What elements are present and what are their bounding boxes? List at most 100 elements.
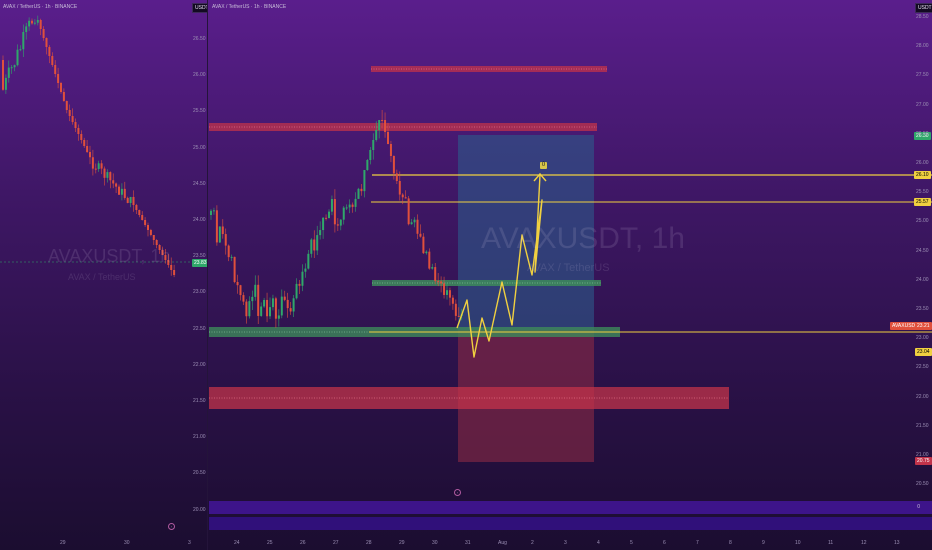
candle-body xyxy=(86,146,89,152)
candle-body xyxy=(245,301,248,317)
left-chart-legend: AVAX / TetherUS · 1h · BINANCE xyxy=(3,4,80,10)
candle-body xyxy=(298,283,301,286)
time-axis-label: 29 xyxy=(399,540,405,546)
candle-body xyxy=(425,251,428,254)
candle-body xyxy=(97,163,100,169)
candle-body xyxy=(144,220,147,225)
candle-body xyxy=(313,239,316,251)
candle-body xyxy=(100,163,103,169)
candle-body xyxy=(248,301,251,317)
time-axis-label: 5 xyxy=(630,540,633,546)
left-currency-box: USDT xyxy=(192,3,207,13)
price-axis-label: 24.50 xyxy=(916,247,929,254)
candle-body xyxy=(342,207,345,220)
candle-body xyxy=(307,253,310,269)
candle-body xyxy=(103,168,106,178)
price-axis-label: 20.50 xyxy=(193,470,206,477)
candle-body xyxy=(2,60,4,90)
candle-body xyxy=(398,181,401,195)
price-axis-label: 21.00 xyxy=(193,434,206,441)
candle-body xyxy=(218,226,221,243)
price-axis-label: 23.00 xyxy=(193,289,206,296)
candle-body xyxy=(91,157,94,169)
price-tag-resistance: 25.57 xyxy=(914,198,931,206)
candle-body xyxy=(51,56,54,65)
candle-body xyxy=(54,65,57,74)
candle-body xyxy=(363,170,366,192)
time-axis-label: 3 xyxy=(564,540,567,546)
candle-body xyxy=(236,282,239,286)
price-axis-label: 25.00 xyxy=(916,218,929,225)
candle-body xyxy=(269,307,271,317)
candle-body xyxy=(4,77,7,90)
candle-body xyxy=(173,270,176,275)
price-axis-label: 22.00 xyxy=(193,361,206,368)
right-chart-pane[interactable]: AVAX / TetherUS · 1h · BINANCE USDT AVAX… xyxy=(209,0,932,550)
candle-body xyxy=(129,196,132,203)
candle-body xyxy=(301,271,304,286)
candle-body xyxy=(407,198,410,225)
candle-body xyxy=(440,281,443,284)
time-axis-label: 31 xyxy=(465,540,471,546)
price-axis-label: 25.50 xyxy=(193,108,206,115)
candle-body xyxy=(372,140,375,150)
right-chart-legend: AVAX / TetherUS · 1h · BINANCE xyxy=(212,4,289,10)
right-candlestick-chart[interactable] xyxy=(209,0,932,550)
candle-body xyxy=(109,172,112,181)
candle-body xyxy=(31,20,33,24)
candle-body xyxy=(227,245,230,258)
price-tag-target: 26.10 xyxy=(914,171,931,179)
candle-body xyxy=(89,152,91,158)
price-axis-label: 25.00 xyxy=(193,144,206,151)
price-axis-label: 28.00 xyxy=(916,43,929,50)
candle-body xyxy=(333,199,336,225)
target-marker-icon[interactable]: 0 xyxy=(540,162,547,169)
candle-body xyxy=(39,20,42,29)
candle-body xyxy=(422,236,425,254)
price-axis-label: 27.50 xyxy=(916,72,929,79)
left-event-icon[interactable]: ◦ xyxy=(168,523,175,530)
candle-body xyxy=(357,188,360,199)
candle-body xyxy=(274,298,277,319)
candle-body xyxy=(141,215,144,220)
candle-body xyxy=(120,188,123,195)
right-event-icon[interactable]: ◦ xyxy=(454,489,461,496)
candle-body xyxy=(330,199,333,212)
candle-body xyxy=(295,283,298,299)
left-current-price-tag: 23.83 xyxy=(192,259,207,267)
candle-body xyxy=(457,315,460,317)
candle-body xyxy=(304,268,307,272)
candle-body xyxy=(25,26,28,33)
candle-body xyxy=(316,235,319,251)
candle-body xyxy=(22,32,25,50)
candle-body xyxy=(257,284,260,316)
candle-body xyxy=(62,92,65,101)
left-chart-pane[interactable]: AVAX / TetherUS · 1h · BINANCE USDT AVAX… xyxy=(0,0,208,550)
candle-body xyxy=(155,240,158,245)
time-axis-label: 24 xyxy=(234,540,240,546)
price-axis-label: 22.50 xyxy=(193,325,206,332)
candle-body xyxy=(138,210,141,215)
time-axis-label: Aug xyxy=(498,540,507,546)
candle-body xyxy=(428,251,431,269)
candle-body xyxy=(360,188,363,192)
price-axis-label: 23.50 xyxy=(916,306,929,312)
candle-body xyxy=(395,173,398,182)
candle-body xyxy=(170,265,173,270)
candle-body xyxy=(230,256,233,258)
candle-body xyxy=(384,120,387,132)
candle-body xyxy=(339,219,342,226)
candle-body xyxy=(319,230,322,236)
candle-body xyxy=(68,110,71,116)
candle-body xyxy=(132,196,135,205)
candle-body xyxy=(387,132,389,144)
candle-body xyxy=(266,299,269,317)
candle-body xyxy=(74,122,77,128)
price-axis-label: 24.00 xyxy=(916,276,929,283)
candle-body xyxy=(336,224,339,226)
left-legend-symbol: AVAX / TetherUS · 1h · BINANCE xyxy=(3,4,78,10)
time-axis-label: 10 xyxy=(795,540,801,546)
candle-body xyxy=(434,267,437,282)
price-tag-current-sub: 23.04 xyxy=(915,348,932,356)
support-zone-1 xyxy=(372,280,601,286)
